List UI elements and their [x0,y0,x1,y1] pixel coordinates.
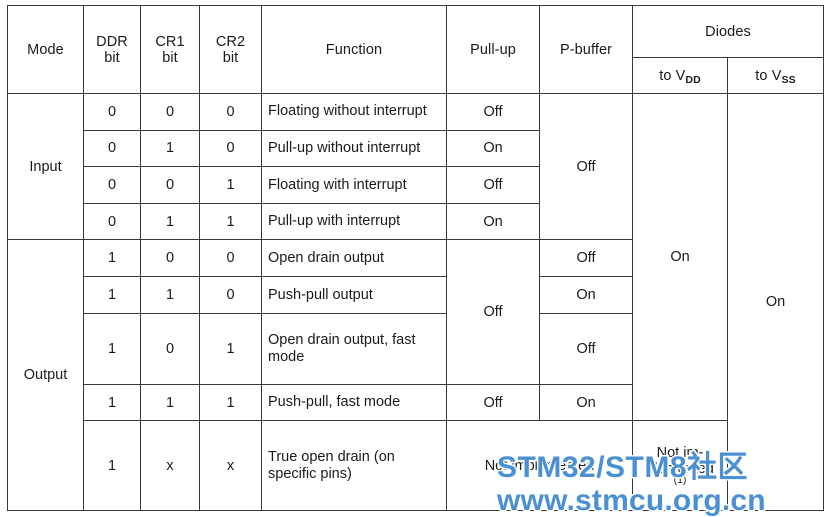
column-header-mode: Mode [7,5,84,94]
cell-cr1-bit: 1 [140,202,200,241]
cell-cr2-bit: 0 [199,129,262,168]
table-header: Mode DDR bit CR1 bit CR2 bit Function Pu… [7,5,824,94]
cell-ddr-bit: 0 [83,166,141,204]
cell-cr1-bit: 0 [140,239,200,278]
column-header-diodes: Diodes [632,5,824,58]
cell-ddr-bit: 0 [83,129,141,168]
column-header-diode-to-vss-subscript: SS [781,73,796,86]
cell-cr2-bit: 1 [199,312,262,385]
column-header-diode-to-vss-text: to V [755,67,782,84]
cell-cr1-bit: 0 [140,93,200,131]
cell-cr1-bit: 1 [140,129,200,168]
cell-pullup: On [446,129,540,168]
column-header-cr1-bit-line1: CR1 [155,33,185,50]
cell-pbuffer-input-merged: Off [539,92,633,241]
cell-cr2-bit: 1 [199,202,262,241]
cell-ddr-bit: 1 [83,420,141,511]
column-header-pbuffer: P-buffer [539,5,633,94]
cell-pullup: Off [446,93,540,131]
cell-not-implemented: Not implemented [446,420,633,511]
table-body: Input 0 0 0 Floating without interrupt O… [7,92,824,511]
cell-pbuffer: On [539,276,633,314]
cell-cr1-bit: 0 [140,166,200,204]
column-header-cr2-bit-line2: bit [222,49,239,66]
cell-function: Floating with interrupt [261,166,447,204]
column-header-ddr-bit: DDR bit [83,5,141,94]
header-row-primary: Mode DDR bit CR1 bit CR2 bit Function Pu… [7,5,824,94]
mode-group-input: Input [7,92,84,241]
cell-diode-to-vdd-merged: On [632,92,728,422]
cell-function: Push-pull, fast mode [261,383,447,422]
cell-pullup: Off [446,383,540,422]
cell-cr2-bit: 0 [199,239,262,278]
cell-pbuffer: Off [539,312,633,385]
cell-function: Pull-up with interrupt [261,202,447,241]
cell-cr2-bit: 1 [199,383,262,422]
cell-ddr-bit: 1 [83,383,141,422]
gpio-configuration-table: Mode DDR bit CR1 bit CR2 bit Function Pu… [7,5,824,511]
cell-cr1-bit: 1 [140,383,200,422]
cell-pullup: On [446,202,540,241]
cell-cr1-bit: 0 [140,312,200,385]
cell-ddr-bit: 0 [83,93,141,131]
cell-function: Floating without interrupt [261,93,447,131]
cell-function: Open drain output, fast mode [261,312,447,385]
cell-ddr-bit: 0 [83,202,141,241]
column-header-ddr-bit-line1: DDR [96,33,128,50]
column-header-cr2-bit-line1: CR2 [215,33,246,50]
cell-cr2-bit: 0 [199,276,262,314]
cell-ddr-bit: 1 [83,312,141,385]
cell-pullup: Off [446,166,540,204]
cell-pullup-output-merged: Off [446,239,540,385]
column-header-diode-to-vdd-subscript: DD [685,73,701,86]
mode-group-output: Output [7,239,84,511]
cell-pbuffer: Off [539,239,633,278]
cell-diode-to-vdd-line1: Not im- [656,444,704,461]
cell-diode-to-vss-merged: On [727,93,824,511]
cell-ddr-bit: 1 [83,239,141,278]
cell-cr2-bit: 1 [199,166,262,204]
cell-function: True open drain (on specific pins) [261,420,447,511]
cell-cr1-bit: 1 [140,276,200,314]
column-header-cr1-bit-line2: bit [162,49,178,66]
cell-diode-to-vdd-not-implemented: Not im- plemented (1) [632,420,728,511]
column-header-diode-to-vss: to VSS [727,57,824,94]
column-header-diode-to-vdd-text: to V [659,67,686,84]
column-header-ddr-bit-line2: bit [104,49,120,66]
column-header-cr2-bit: CR2 bit [199,5,262,94]
cell-cr2-bit: x [199,420,262,511]
table-row: Input 0 0 0 Floating without interrupt O… [7,92,824,511]
cell-function: Pull-up without interrupt [261,129,447,168]
column-header-pullup: Pull-up [446,5,540,94]
cell-ddr-bit: 1 [83,276,141,314]
cell-pbuffer: On [539,383,633,422]
column-header-diode-to-vdd: to VDD [632,57,728,94]
column-header-cr1-bit: CR1 bit [140,5,200,94]
table-row: 1 x x True open drain (on specific pins)… [8,420,824,511]
cell-cr2-bit: 0 [199,93,262,131]
column-header-function: Function [261,5,447,94]
cell-function: Open drain output [261,239,447,278]
cell-function: Push-pull output [261,276,447,314]
cell-cr1-bit: x [140,420,200,511]
gpio-modes-table: Mode DDR bit CR1 bit CR2 bit Function Pu… [7,5,824,511]
